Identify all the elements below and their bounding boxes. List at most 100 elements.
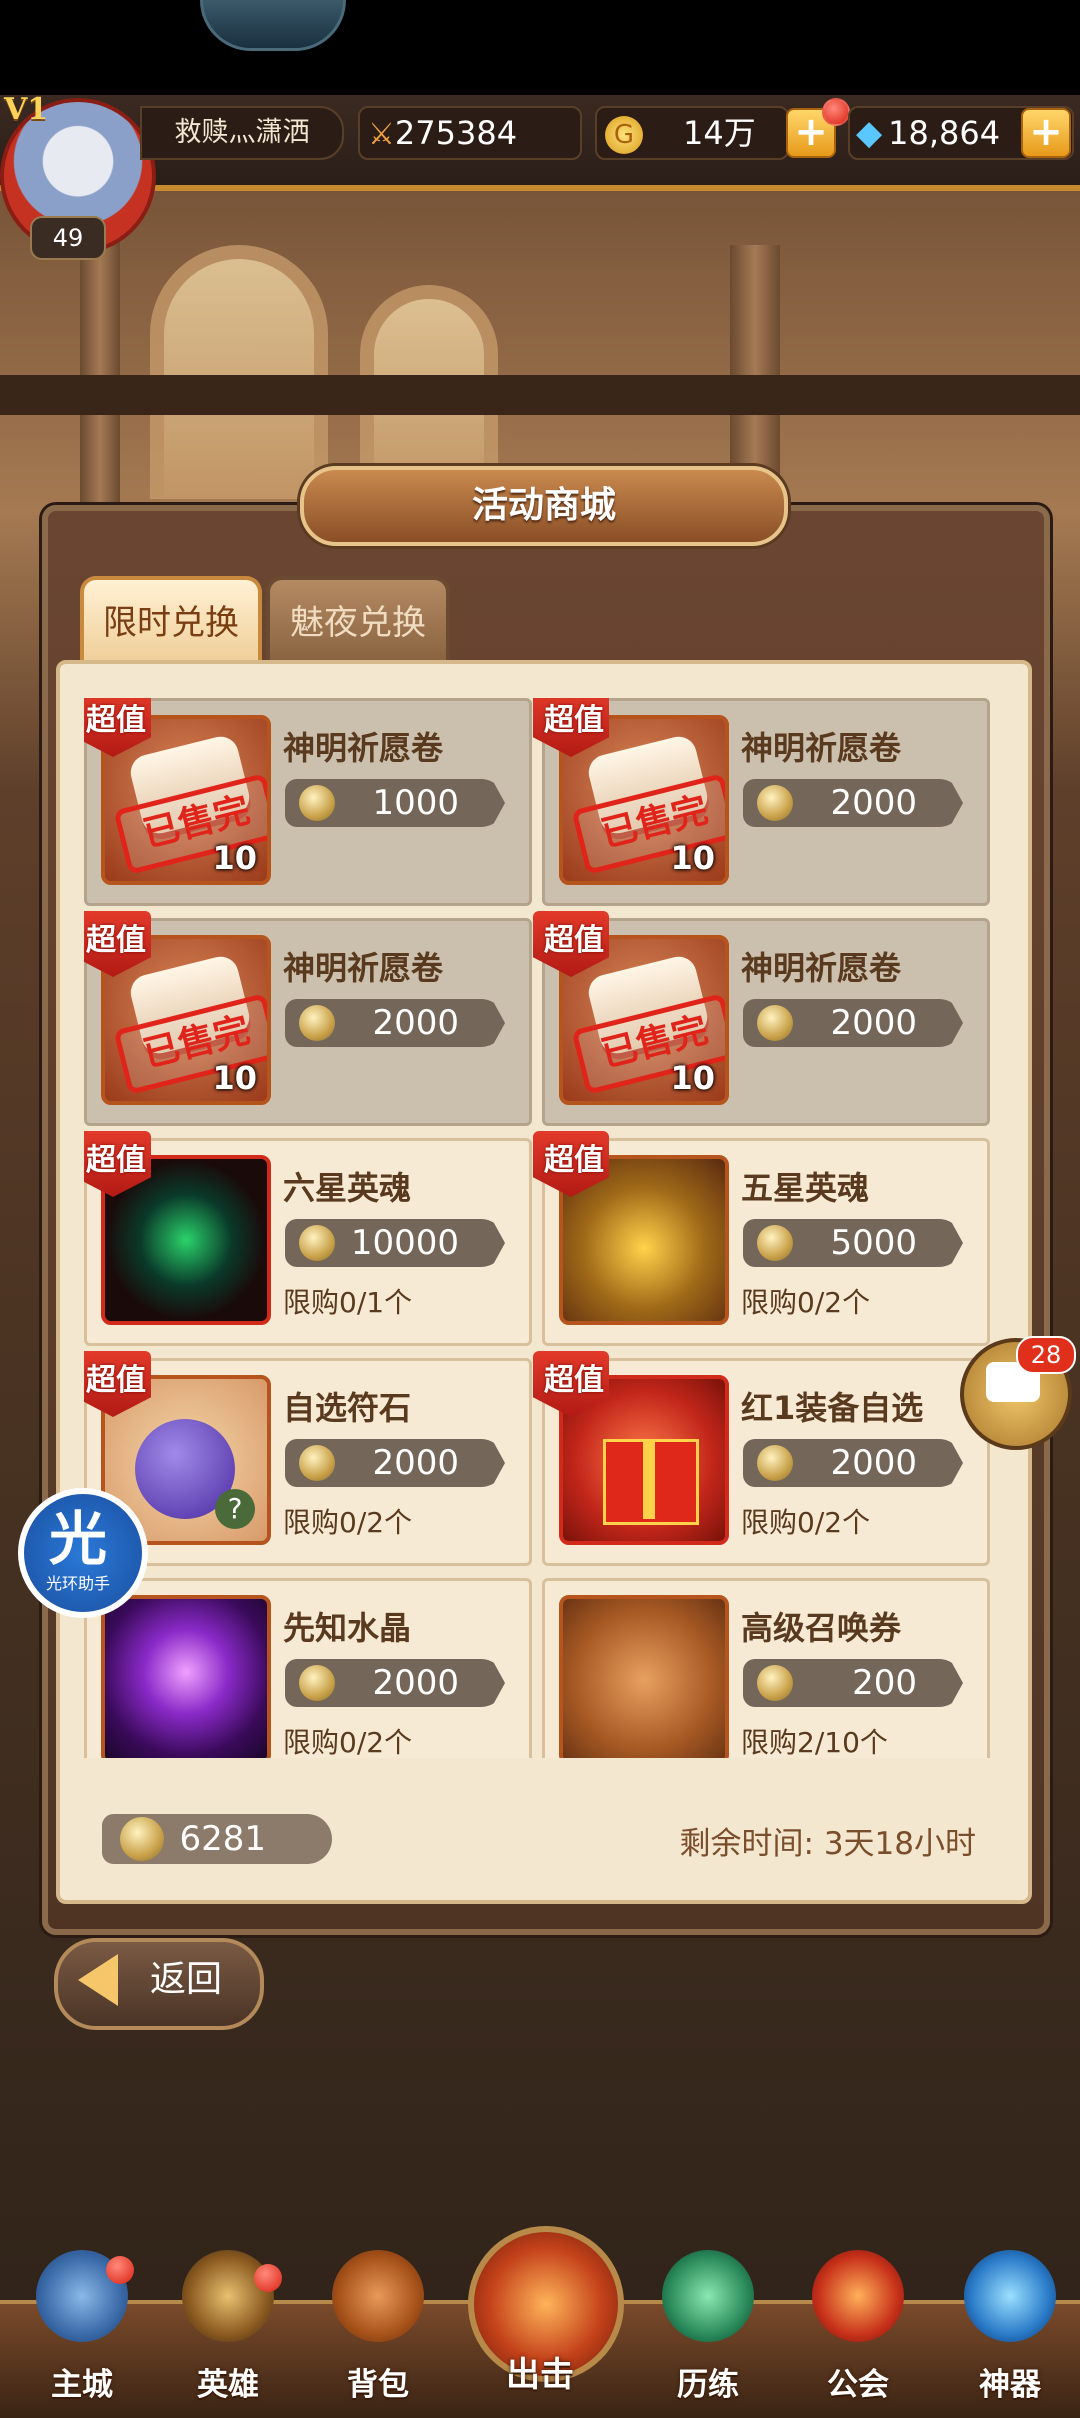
token-coin-icon: [120, 1817, 164, 1861]
gold-coin-icon: G: [605, 116, 643, 154]
crystal-icon: [662, 2250, 754, 2342]
price-value: 2000: [830, 1003, 917, 1043]
item-name: 神明祈愿卷: [741, 729, 902, 767]
summon-ticket-icon: [559, 1595, 729, 1758]
background-arch: [150, 245, 328, 499]
diamond-icon: ◆: [856, 113, 883, 153]
price-value: 200: [852, 1663, 917, 1703]
chat-unread-count: 28: [1016, 1336, 1076, 1374]
shop-item-card[interactable]: 超值 六星英魂 10000 限购0/1个: [84, 1131, 532, 1346]
nav-main-city[interactable]: 主城: [22, 2250, 142, 2414]
item-name: 神明祈愿卷: [741, 949, 902, 987]
back-arrow-icon: [78, 1954, 118, 2006]
price-value: 10000: [350, 1223, 459, 1263]
shop-item-card[interactable]: 已售完 10 超值 神明祈愿卷 2000: [533, 911, 990, 1126]
nav-trials[interactable]: 历练: [648, 2250, 768, 2414]
item-price: 5000: [743, 1219, 963, 1267]
crossed-swords-icon: ⚔: [368, 117, 395, 152]
shop-item-card[interactable]: 已售完 10 超值 神明祈愿卷 2000: [84, 911, 532, 1126]
value-badge: 超值: [544, 703, 604, 738]
nav-battle[interactable]: 出击: [458, 2226, 624, 2414]
value-badge: 超值: [86, 703, 146, 738]
item-name: 神明祈愿卷: [283, 949, 444, 987]
helmet-icon: [182, 2250, 274, 2342]
nav-label: 英雄: [197, 2367, 259, 2403]
nav-bag[interactable]: 背包: [318, 2250, 438, 2414]
nav-artifact[interactable]: 神器: [950, 2250, 1070, 2414]
purchase-limit: 限购0/2个: [283, 1726, 413, 1758]
value-badge: 超值: [544, 923, 604, 958]
item-name: 高级召唤券: [741, 1609, 902, 1647]
price-value: 2000: [372, 1003, 459, 1043]
item-price: 200: [743, 1659, 963, 1707]
value-badge: 超值: [86, 1363, 146, 1398]
shop-item-card[interactable]: 已售完 10 超值 神明祈愿卷 2000: [533, 698, 990, 906]
item-quantity: 10: [670, 1059, 715, 1097]
token-coin-icon: [299, 1445, 335, 1481]
notification-dot: [254, 2264, 282, 2292]
add-gem-button[interactable]: +: [1021, 108, 1071, 158]
nav-label: 出击: [506, 2355, 574, 2395]
item-quantity: 10: [670, 839, 715, 877]
price-value: 2000: [372, 1443, 459, 1483]
player-name[interactable]: 救赎灬潇洒: [140, 106, 344, 160]
price-value: 2000: [372, 1663, 459, 1703]
purchase-limit: 限购0/2个: [741, 1286, 871, 1319]
shop-item-card[interactable]: 先知水晶 2000 限购0/2个: [84, 1578, 532, 1758]
background-counter: [0, 375, 1080, 415]
item-name: 红1装备自选: [741, 1389, 924, 1427]
item-quantity: 10: [212, 839, 257, 877]
item-name: 六星英魂: [283, 1169, 412, 1207]
item-name: 神明祈愿卷: [283, 729, 444, 767]
gold-display: G 14万: [595, 106, 789, 160]
price-value: 5000: [830, 1223, 917, 1263]
item-name: 五星英魂: [741, 1169, 870, 1207]
remaining-time: 剩余时间: 3天18小时: [679, 1826, 976, 1862]
crystal-orb-icon: [101, 1595, 271, 1758]
purchase-limit: 限购2/10个: [741, 1726, 888, 1758]
price-value: 2000: [830, 1443, 917, 1483]
value-badge: 超值: [86, 923, 146, 958]
shop-item-card[interactable]: 超值 五星英魂 5000 限购0/2个: [533, 1131, 990, 1346]
token-coin-icon: [757, 1665, 793, 1701]
gem-value: 18,864: [888, 114, 1001, 152]
nav-label: 神器: [979, 2367, 1041, 2403]
power-display: ⚔275384: [358, 106, 582, 160]
item-price: 2000: [285, 1439, 505, 1487]
power-value: 275384: [394, 114, 518, 152]
item-price: 2000: [743, 999, 963, 1047]
value-badge: 超值: [544, 1363, 604, 1398]
tab-limited-exchange[interactable]: 限时兑换: [80, 576, 262, 660]
item-price: 10000: [285, 1219, 505, 1267]
shop-item-card[interactable]: ? 超值 自选符石 2000 限购0/2个: [84, 1351, 532, 1566]
token-coin-icon: [299, 1225, 335, 1261]
player-level: 49: [30, 216, 106, 260]
backpack-icon: [332, 2250, 424, 2342]
shop-item-card[interactable]: 高级召唤券 200 限购2/10个: [542, 1578, 990, 1758]
top-decoration: [200, 0, 346, 51]
purchase-limit: 限购0/2个: [741, 1506, 871, 1539]
helper-logo: 光: [48, 1505, 107, 1573]
token-coin-icon: [757, 785, 793, 821]
vip-badge: V1: [4, 92, 49, 127]
value-badge: 超值: [544, 1143, 604, 1178]
token-coin-icon: [757, 1005, 793, 1041]
value-badge: 超值: [86, 1143, 146, 1178]
shop-item-card[interactable]: 已售完 10 超值 神明祈愿卷 1000: [84, 698, 532, 906]
item-name: 先知水晶: [283, 1609, 412, 1647]
item-price: 2000: [743, 1439, 963, 1487]
tab-night-exchange[interactable]: 魅夜兑换: [266, 576, 450, 660]
item-price: 2000: [285, 999, 505, 1047]
shop-item-grid[interactable]: 已售完 10 超值 神明祈愿卷 1000 已售完 10 超值 神明祈愿卷 200…: [84, 698, 1002, 1758]
item-price: 2000: [743, 779, 963, 827]
nav-heroes[interactable]: 英雄: [168, 2250, 288, 2414]
token-coin-icon: [299, 785, 335, 821]
nav-guild[interactable]: 公会: [798, 2250, 918, 2414]
back-label: 返回: [150, 1959, 223, 2000]
token-coin-icon: [299, 1665, 335, 1701]
nav-label: 主城: [51, 2367, 113, 2403]
helper-label: 光环助手: [45, 1574, 110, 1593]
item-price: 1000: [285, 779, 505, 827]
shop-title: 活动商城: [300, 466, 788, 546]
shop-item-card[interactable]: 超值 红1装备自选 2000 限购0/2个: [533, 1351, 990, 1566]
